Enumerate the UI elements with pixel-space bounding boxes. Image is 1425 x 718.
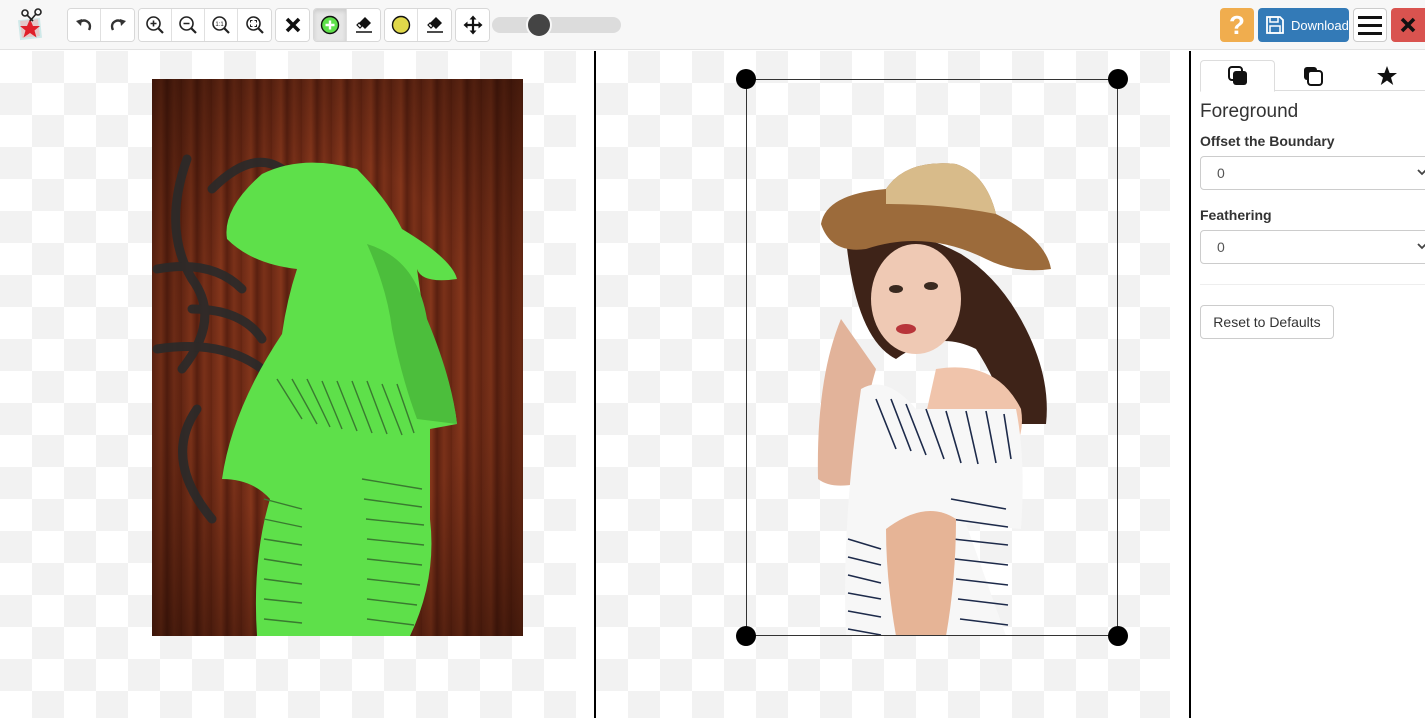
offset-value: 0 — [1217, 165, 1225, 181]
zoom-1to1-icon: 1:1 — [212, 16, 230, 34]
help-button[interactable]: ? — [1220, 8, 1254, 42]
crop-handle-top-right[interactable] — [1108, 69, 1128, 89]
scissors-star-logo-icon — [14, 8, 48, 42]
green-plus-circle-icon — [320, 15, 340, 35]
redo-button[interactable] — [101, 9, 134, 41]
clear-marks-button[interactable] — [276, 9, 309, 41]
zoom-fit-icon — [245, 16, 264, 34]
download-button[interactable]: Download — [1258, 8, 1349, 42]
crop-handle-bottom-left[interactable] — [736, 626, 756, 646]
zoom-in-icon — [146, 16, 164, 34]
erase-foreground-button[interactable] — [347, 9, 380, 41]
mark-foreground-button[interactable] — [314, 9, 347, 41]
chevron-down-icon — [1417, 169, 1425, 176]
help-label: ? — [1229, 9, 1245, 40]
zoom-group: 1:1 — [138, 8, 272, 42]
foreground-tools-group — [313, 8, 381, 42]
x-icon — [1400, 17, 1416, 33]
menu-button[interactable] — [1353, 8, 1387, 42]
eraser-icon — [426, 17, 443, 33]
x-icon — [285, 17, 300, 33]
crop-box[interactable] — [746, 79, 1118, 636]
hair-tools-group — [384, 8, 452, 42]
offset-label: Offset the Boundary — [1200, 133, 1335, 149]
panel-title: Foreground — [1200, 101, 1299, 122]
tab-foreground[interactable] — [1200, 60, 1276, 92]
feathering-label: Feathering — [1200, 207, 1272, 223]
reset-label: Reset to Defaults — [1213, 314, 1321, 330]
zoom-actual-size-button[interactable]: 1:1 — [205, 9, 238, 41]
star-icon — [1377, 65, 1398, 85]
move-arrows-icon — [463, 15, 482, 35]
pan-button[interactable] — [456, 9, 489, 41]
chevron-down-icon — [1417, 243, 1425, 250]
offset-select[interactable]: 0 — [1200, 156, 1425, 190]
tab-background[interactable] — [1275, 60, 1350, 91]
crop-handle-top-left[interactable] — [736, 69, 756, 89]
brush-size-slider[interactable] — [492, 12, 621, 38]
close-button[interactable] — [1391, 8, 1425, 42]
eraser-icon — [355, 17, 372, 33]
clear-group — [275, 8, 310, 42]
floppy-disk-icon — [1266, 16, 1284, 34]
yellow-circle-icon — [391, 15, 411, 35]
toolbar: 1:1 ? Download — [0, 0, 1425, 50]
divider-line — [1200, 284, 1425, 285]
zoom-out-icon — [179, 16, 197, 34]
download-label: Download — [1291, 17, 1349, 33]
sidebar-tabs — [1200, 60, 1425, 92]
redo-icon — [110, 19, 126, 31]
feathering-select[interactable]: 0 — [1200, 230, 1425, 264]
zoom-fit-button[interactable] — [238, 9, 271, 41]
layers-filled-icon — [1227, 66, 1247, 85]
crop-handle-bottom-right[interactable] — [1108, 626, 1128, 646]
erase-hair-button[interactable] — [418, 9, 451, 41]
pan-group — [455, 8, 490, 42]
brush-size-slider-thumb[interactable] — [525, 12, 552, 38]
source-image-drawing — [152, 154, 457, 636]
mark-hair-button[interactable] — [385, 9, 418, 41]
svg-text:1:1: 1:1 — [215, 22, 224, 28]
zoom-out-button[interactable] — [172, 9, 205, 41]
settings-sidebar: Foreground Offset the Boundary 0 Feather… — [1191, 51, 1425, 718]
source-image[interactable] — [152, 79, 523, 636]
feathering-value: 0 — [1217, 239, 1225, 255]
undo-button[interactable] — [68, 9, 101, 41]
tab-effects[interactable] — [1350, 60, 1425, 91]
hamburger-icon — [1358, 15, 1382, 19]
layers-outline-icon — [1303, 66, 1323, 86]
result-image-area — [736, 69, 1128, 646]
undo-icon — [76, 19, 92, 31]
history-group — [67, 8, 135, 42]
zoom-in-button[interactable] — [139, 9, 172, 41]
reset-to-defaults-button[interactable]: Reset to Defaults — [1200, 305, 1334, 339]
